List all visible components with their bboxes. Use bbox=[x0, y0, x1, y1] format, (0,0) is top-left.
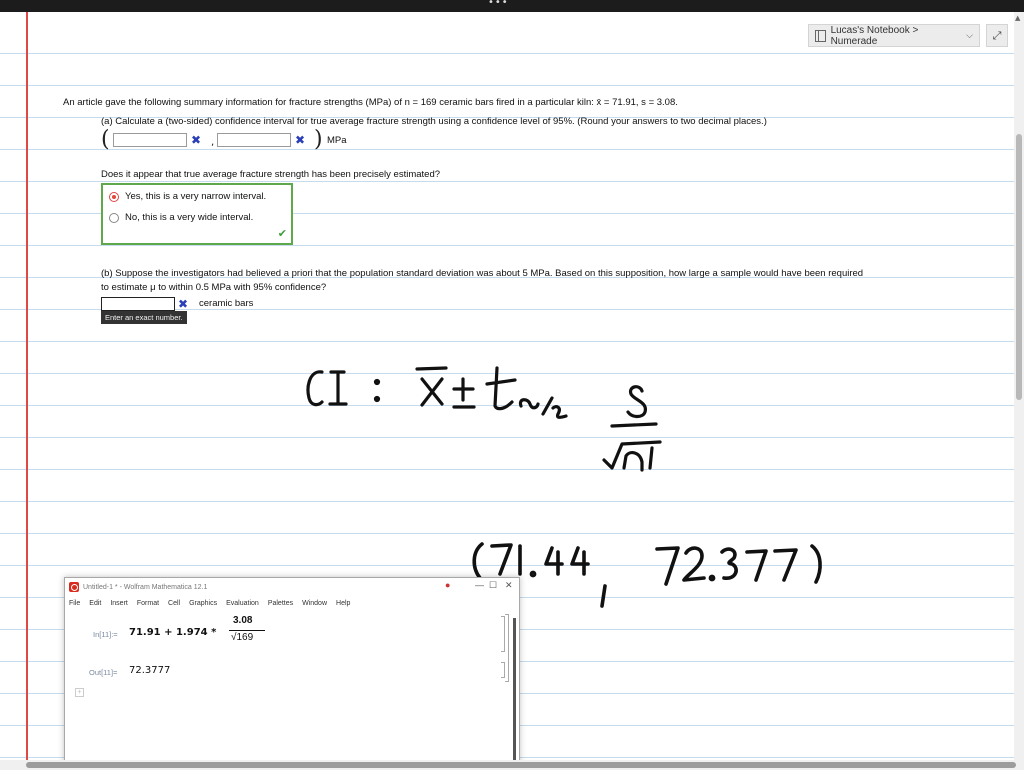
mathematica-scrollbar[interactable] bbox=[511, 614, 519, 760]
notebook-page: Lucas's Notebook > Numerade ⌵ ⤢ An artic… bbox=[0, 12, 1014, 760]
add-cell-icon[interactable]: + bbox=[75, 688, 84, 697]
menu-file[interactable]: File bbox=[69, 600, 80, 607]
fraction-numerator: 3.08 bbox=[233, 615, 253, 626]
output-label: Out[11]= bbox=[89, 668, 118, 677]
fraction-denominator: √169 bbox=[231, 632, 254, 643]
menu-evaluation[interactable]: Evaluation bbox=[226, 600, 259, 607]
horizontal-scroll-thumb[interactable] bbox=[26, 762, 1016, 768]
output-value: 72.3777 bbox=[129, 665, 171, 676]
menu-insert[interactable]: Insert bbox=[110, 600, 128, 607]
mathematica-window[interactable]: Untitled-1 * - Wolfram Mathematica 12.1 … bbox=[64, 577, 520, 760]
fraction-bar bbox=[229, 630, 265, 631]
horizontal-scrollbar[interactable] bbox=[0, 760, 1024, 770]
handwritten-interval bbox=[472, 542, 822, 608]
top-bar: ••• bbox=[0, 0, 1024, 12]
handwritten-formula bbox=[306, 366, 662, 472]
mathematica-menu: File Edit Insert Format Cell Graphics Ev… bbox=[65, 596, 519, 610]
menu-window[interactable]: Window bbox=[302, 600, 327, 607]
window-title: Untitled-1 * - Wolfram Mathematica 12.1 bbox=[83, 583, 208, 591]
vertical-scroll-thumb[interactable] bbox=[1016, 134, 1022, 400]
scroll-thumb[interactable] bbox=[513, 618, 516, 760]
menu-cell[interactable]: Cell bbox=[168, 600, 180, 607]
menu-format[interactable]: Format bbox=[137, 600, 159, 607]
input-label: In[11]:= bbox=[93, 630, 118, 639]
group-cell-bracket[interactable] bbox=[505, 614, 509, 682]
mathematica-logo-icon bbox=[69, 582, 79, 592]
vertical-scrollbar[interactable]: ▲ bbox=[1014, 12, 1024, 760]
more-icon[interactable]: ••• bbox=[488, 0, 509, 8]
menu-edit[interactable]: Edit bbox=[89, 600, 101, 607]
mathematica-notebook[interactable]: In[11]:= 71.91 + 1.974 * 3.08 √169 Out[1… bbox=[65, 610, 519, 760]
close-icon[interactable]: ✕ bbox=[505, 580, 513, 591]
menu-help[interactable]: Help bbox=[336, 600, 350, 607]
scroll-up-icon[interactable]: ▲ bbox=[1015, 14, 1020, 22]
input-expression[interactable]: 71.91 + 1.974 * bbox=[129, 627, 216, 638]
maximize-icon[interactable]: ☐ bbox=[489, 580, 497, 591]
mathematica-title-bar[interactable]: Untitled-1 * - Wolfram Mathematica 12.1 … bbox=[65, 578, 519, 596]
menu-graphics[interactable]: Graphics bbox=[189, 600, 217, 607]
menu-palettes[interactable]: Palettes bbox=[268, 600, 293, 607]
record-icon: ● bbox=[445, 580, 451, 590]
minimize-icon[interactable]: — bbox=[475, 580, 484, 590]
